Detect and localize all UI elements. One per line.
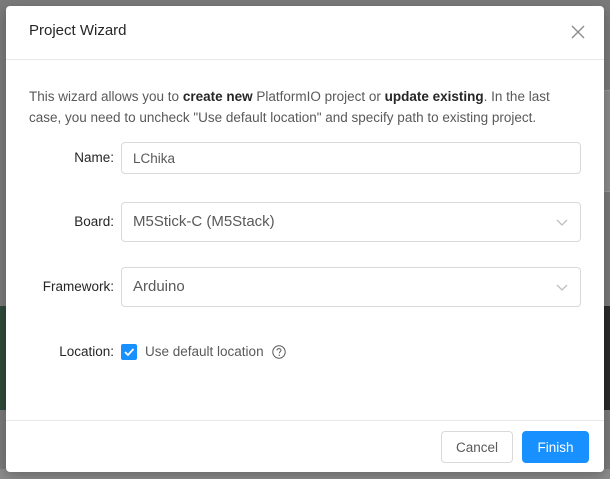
cancel-button[interactable]: Cancel: [441, 431, 513, 463]
background-image: [604, 306, 610, 410]
location-label: Location:: [59, 344, 114, 359]
dialog-title: Project Wizard: [29, 22, 127, 39]
finish-button[interactable]: Finish: [522, 431, 589, 463]
project-wizard-dialog: Project Wizard This wizard allows you to…: [6, 6, 604, 472]
question-circle-icon[interactable]: [272, 345, 286, 359]
chevron-down-icon: [556, 284, 568, 291]
dialog-header: Project Wizard: [6, 6, 604, 60]
use-default-location-checkbox[interactable]: [121, 344, 137, 360]
background-element: [604, 90, 610, 192]
board-select[interactable]: M5Stick-C (M5Stack): [121, 202, 581, 242]
board-label: Board:: [74, 214, 114, 229]
board-row: Board: M5Stick-C (M5Stack): [6, 202, 604, 242]
framework-select[interactable]: Arduino: [121, 267, 581, 307]
name-input[interactable]: [121, 142, 581, 174]
name-row: Name:: [6, 142, 604, 174]
framework-row: Framework: Arduino: [6, 267, 604, 307]
close-icon: [571, 25, 585, 39]
framework-label: Framework:: [42, 279, 114, 294]
name-label: Name:: [74, 150, 114, 165]
close-button[interactable]: [566, 20, 590, 44]
wizard-description: This wizard allows you to create new Pla…: [29, 89, 550, 125]
chevron-down-icon: [556, 219, 568, 226]
board-select-value: M5Stick-C (M5Stack): [133, 213, 275, 230]
location-row: Location: Use default location: [6, 336, 604, 368]
dialog-footer: Cancel Finish: [6, 420, 604, 472]
check-icon: [124, 348, 135, 357]
framework-select-value: Arduino: [133, 278, 185, 295]
use-default-location-label[interactable]: Use default location: [145, 336, 264, 368]
